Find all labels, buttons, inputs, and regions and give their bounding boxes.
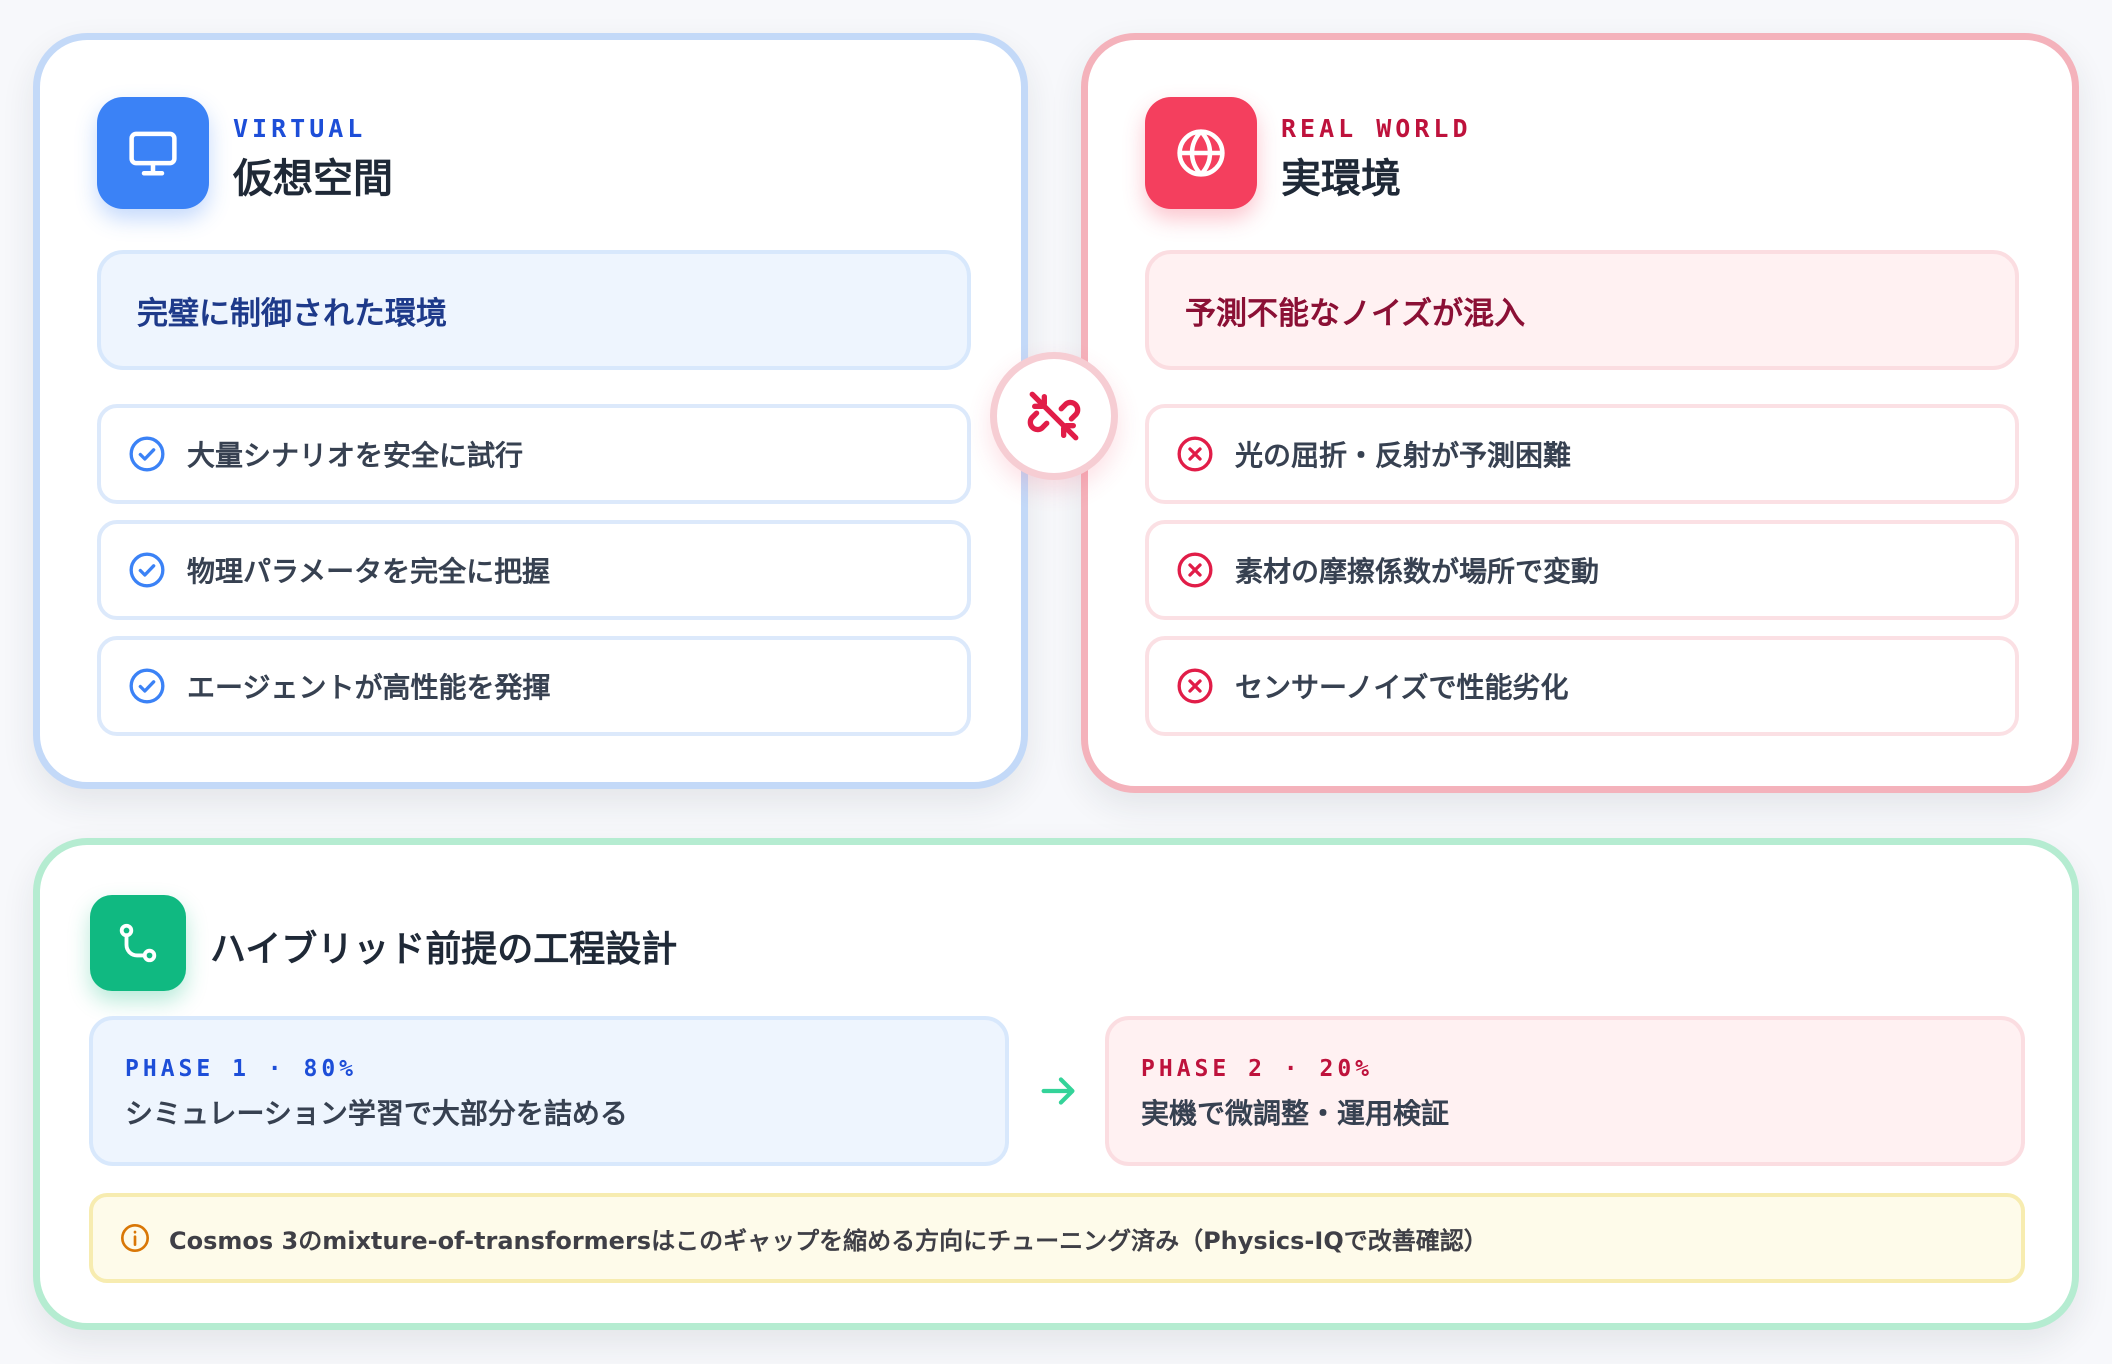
check-circle-icon <box>127 666 167 706</box>
virtual-item-label: 物理パラメータを完全に把握 <box>187 555 551 588</box>
real-item: 素材の摩擦係数が場所で変動 <box>1145 520 2019 620</box>
phase-1-card: PHASE 1 · 80% シミュレーション学習で大部分を詰める <box>89 1016 1009 1166</box>
real-item-label: 光の屈折・反射が予測困難 <box>1235 439 1572 472</box>
hybrid-panel: ハイブリッド前提の工程設計 PHASE 1 · 80% シミュレーション学習で大… <box>33 838 2079 1330</box>
real-item: センサーノイズで性能劣化 <box>1145 636 2019 736</box>
virtual-item-label: 大量シナリオを安全に試行 <box>187 439 524 472</box>
x-circle-icon <box>1175 666 1215 706</box>
virtual-panel: VIRTUAL 仮想空間 完璧に制御された環境 大量シナリオを安全に試行 物理パ… <box>33 33 1028 789</box>
unlink-icon <box>1027 391 1081 441</box>
monitor-icon <box>97 97 209 209</box>
real-headline: 予測不能なノイズが混入 <box>1145 250 2019 370</box>
virtual-item-label: エージェントが高性能を発揮 <box>187 671 551 704</box>
phase-2-text: 実機で微調整・運用検証 <box>1141 1097 1450 1130</box>
check-circle-icon <box>127 550 167 590</box>
x-circle-icon <box>1175 434 1215 474</box>
real-item-label: センサーノイズで性能劣化 <box>1235 671 1569 704</box>
hybrid-title: ハイブリッド前提の工程設計 <box>210 929 678 970</box>
globe-icon <box>1145 97 1257 209</box>
arrow-right-icon <box>1036 1068 1082 1114</box>
route-icon <box>90 895 186 991</box>
info-icon <box>119 1222 151 1254</box>
virtual-title: 仮想空間 <box>233 156 393 202</box>
x-circle-icon <box>1175 550 1215 590</box>
info-note-text: Cosmos 3のmixture-of-transformersはこのギャップを… <box>169 1226 1488 1255</box>
phase-1-kicker: PHASE 1 · 80% <box>125 1056 358 1082</box>
phase-2-kicker: PHASE 2 · 20% <box>1141 1056 1374 1082</box>
phase-2-card: PHASE 2 · 20% 実機で微調整・運用検証 <box>1105 1016 2025 1166</box>
virtual-item: エージェントが高性能を発揮 <box>97 636 971 736</box>
check-circle-icon <box>127 434 167 474</box>
phase-1-text: シミュレーション学習で大部分を詰める <box>125 1097 628 1130</box>
info-note: Cosmos 3のmixture-of-transformersはこのギャップを… <box>89 1193 2025 1283</box>
virtual-headline: 完璧に制御された環境 <box>97 250 971 370</box>
virtual-item: 大量シナリオを安全に試行 <box>97 404 971 504</box>
virtual-item: 物理パラメータを完全に把握 <box>97 520 971 620</box>
real-item: 光の屈折・反射が予測困難 <box>1145 404 2019 504</box>
real-item-label: 素材の摩擦係数が場所で変動 <box>1235 555 1600 588</box>
virtual-kicker: VIRTUAL <box>233 114 367 143</box>
real-title: 実環境 <box>1281 156 1401 202</box>
unlink-badge <box>990 352 1118 480</box>
real-kicker: REAL WORLD <box>1281 114 1472 143</box>
real-world-panel: REAL WORLD 実環境 予測不能なノイズが混入 光の屈折・反射が予測困難 … <box>1081 33 2079 793</box>
